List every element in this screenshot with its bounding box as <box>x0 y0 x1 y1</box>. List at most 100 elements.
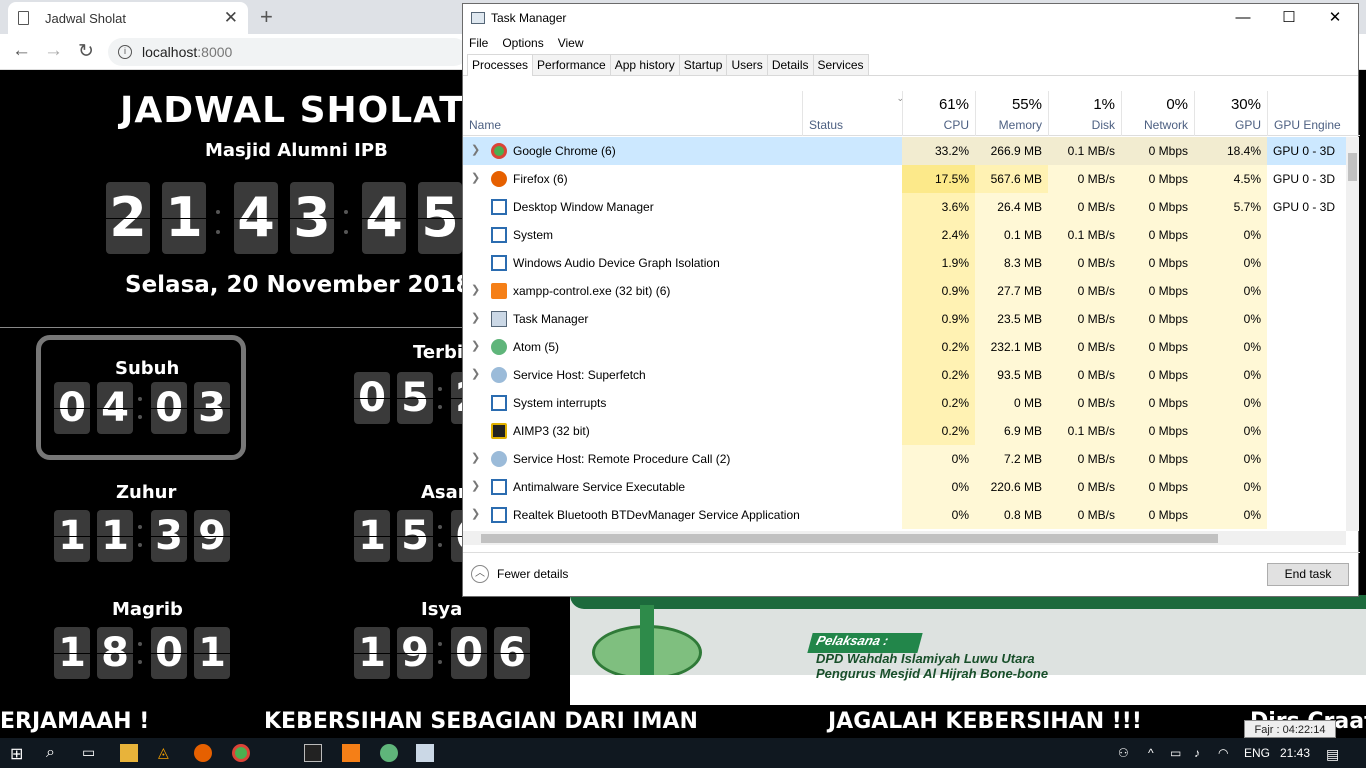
terminal-icon[interactable] <box>304 744 322 762</box>
window-title: Task Manager <box>491 11 567 25</box>
tab-details[interactable]: Details <box>766 54 814 75</box>
maximize-icon[interactable]: ☐ <box>1266 4 1312 32</box>
vertical-scrollbar[interactable] <box>1346 137 1359 531</box>
process-row[interactable]: AIMP3 (32 bit) 0.2% 6.9 MB 0.1 MB/s 0 Mbps 0% <box>463 417 1346 445</box>
chrome-icon[interactable] <box>232 744 250 762</box>
col-status[interactable]: Status ⌄ <box>802 91 904 136</box>
end-task-button[interactable]: End task <box>1267 563 1349 586</box>
process-row[interactable]: ❯ Atom (5) 0.2% 232.1 MB 0 MB/s 0 Mbps 0% <box>463 333 1346 361</box>
memory-cell: 7.2 MB <box>975 445 1048 473</box>
windows-start-icon[interactable]: ⊞ <box>10 744 28 763</box>
col-cpu[interactable]: 61% CPU <box>902 91 975 136</box>
col-network[interactable]: 0% Network <box>1121 91 1194 136</box>
disk-cell: 0.1 MB/s <box>1048 137 1121 165</box>
chevron-up-icon[interactable]: ^ <box>1148 746 1154 760</box>
search-icon[interactable]: ⌕ <box>46 744 64 762</box>
xampp-icon[interactable] <box>342 744 360 762</box>
prayer-name: Asar <box>421 482 467 503</box>
gpu-cell: 0% <box>1194 445 1267 473</box>
expand-chevron-icon[interactable]: ❯ <box>471 479 480 492</box>
process-row[interactable]: ❯ Firefox (6) 17.5% 567.6 MB 0 MB/s 0 Mbps 4.5… <box>463 165 1346 193</box>
col-name[interactable]: Name <box>463 91 802 136</box>
process-row[interactable]: Windows Audio Device Graph Isolation 1.9%… <box>463 249 1346 277</box>
process-row[interactable]: ❯ xampp-control.exe (32 bit) (6) 0.9% 27.7 … <box>463 277 1346 305</box>
scroll-thumb[interactable] <box>1348 153 1357 181</box>
tab-performance[interactable]: Performance <box>532 54 611 75</box>
time-digit: 3 <box>194 382 230 434</box>
menu-view[interactable]: View <box>558 32 584 54</box>
firefox-icon[interactable] <box>194 744 212 762</box>
forward-icon[interactable]: → <box>44 40 63 62</box>
gpu-engine-cell <box>1267 389 1346 417</box>
col-gpu[interactable]: 30% GPU <box>1194 91 1267 136</box>
col-disk[interactable]: 1% Disk <box>1048 91 1121 136</box>
memory-cell: 23.5 MB <box>975 305 1048 333</box>
address-bar[interactable]: i localhost:8000 <box>108 38 468 66</box>
process-row[interactable]: ❯ Antimalware Service Executable 0% 220.6 M… <box>463 473 1346 501</box>
taskmgr-icon[interactable] <box>416 744 434 762</box>
process-row[interactable]: ❯ Realtek Bluetooth BTDevManager Service … <box>463 501 1346 529</box>
app-icon[interactable]: ◬ <box>158 744 176 762</box>
scroll-thumb[interactable] <box>481 534 1218 543</box>
new-tab-icon[interactable]: + <box>260 4 273 30</box>
clock-time[interactable]: 21:43 <box>1280 746 1310 760</box>
browser-tab[interactable]: Jadwal Sholat ✕ <box>8 2 248 34</box>
atom-icon[interactable] <box>380 744 398 762</box>
close-tab-icon[interactable]: ✕ <box>224 8 238 28</box>
reload-icon[interactable]: ↻ <box>78 40 94 63</box>
tab-startup[interactable]: Startup <box>678 54 728 75</box>
process-name: Task Manager <box>513 312 589 326</box>
process-row[interactable]: ❯ Service Host: Superfetch 0.2% 93.5 MB 0 MB… <box>463 361 1346 389</box>
task-manager-window[interactable]: Task Manager — ☐ ✕ File Options View Pro… <box>462 3 1360 597</box>
process-row[interactable]: ❯ Service Host: Remote Procedure Call (2)… <box>463 445 1346 473</box>
tab-users[interactable]: Users <box>726 54 768 75</box>
expand-chevron-icon[interactable]: ❯ <box>471 171 480 184</box>
minimize-icon[interactable]: — <box>1220 4 1266 32</box>
back-icon[interactable]: ← <box>12 40 31 62</box>
battery-icon[interactable]: ▭ <box>1170 746 1181 760</box>
notifications-icon[interactable]: ▤ <box>1326 746 1339 763</box>
menu-options[interactable]: Options <box>502 32 543 54</box>
expand-chevron-icon[interactable]: ❯ <box>471 367 480 380</box>
process-row[interactable]: ❯ Google Chrome (6) 33.2% 266.9 MB 0.1 MB/s 0… <box>463 137 1346 165</box>
tab-processes[interactable]: Processes <box>467 54 534 76</box>
tab-title: Jadwal Sholat <box>45 10 126 26</box>
network-cell: 0 Mbps <box>1121 333 1194 361</box>
expand-chevron-icon[interactable]: ❯ <box>471 451 480 464</box>
footer: ︿ Fewer details End task <box>463 552 1360 597</box>
process-row[interactable]: Desktop Window Manager 3.6% 26.4 MB 0 MB/s 0… <box>463 193 1346 221</box>
process-row[interactable]: System interrupts 0.2% 0 MB 0 MB/s 0 Mbps 0% <box>463 389 1346 417</box>
process-row[interactable]: ❯ Task Manager 0.9% 23.5 MB 0 MB/s 0 Mbps 0% <box>463 305 1346 333</box>
tab-app-history[interactable]: App history <box>609 54 680 75</box>
fewer-details-button[interactable]: ︿ Fewer details <box>471 565 568 583</box>
menu-file[interactable]: File <box>469 32 488 54</box>
task-view-icon[interactable]: ▭ <box>82 744 100 762</box>
process-name: Service Host: Remote Procedure Call (2) <box>513 452 731 466</box>
col-gpu-engine[interactable]: GPU Engine <box>1267 91 1360 136</box>
gpu-engine-cell: GPU 0 - 3D <box>1273 144 1336 158</box>
memory-cell: 567.6 MB <box>975 165 1048 193</box>
expand-chevron-icon[interactable]: ❯ <box>471 311 480 324</box>
people-icon[interactable]: ⚇ <box>1118 746 1129 760</box>
volume-icon[interactable]: ♪ <box>1194 746 1200 760</box>
time-digit: 1 <box>194 627 230 679</box>
tab-services[interactable]: Services <box>812 54 869 75</box>
info-icon[interactable]: i <box>118 45 132 59</box>
title-bar[interactable]: Task Manager — ☐ ✕ <box>463 4 1358 32</box>
expand-chevron-icon[interactable]: ❯ <box>471 143 480 156</box>
col-memory[interactable]: 55% Memory <box>975 91 1048 136</box>
horizontal-scrollbar[interactable] <box>463 531 1346 545</box>
file-explorer-icon[interactable] <box>120 744 138 762</box>
colon-dot <box>438 387 442 391</box>
language-indicator[interactable]: ENG <box>1244 746 1270 760</box>
disk-cell: 0.1 MB/s <box>1048 221 1121 249</box>
gpu-engine-cell <box>1267 333 1346 361</box>
time-digit: 1 <box>54 627 90 679</box>
gpu-cell: 0% <box>1194 249 1267 277</box>
wifi-icon[interactable]: ◠ <box>1218 746 1228 760</box>
expand-chevron-icon[interactable]: ❯ <box>471 339 480 352</box>
expand-chevron-icon[interactable]: ❯ <box>471 507 480 520</box>
close-icon[interactable]: ✕ <box>1312 4 1358 32</box>
process-row[interactable]: System 2.4% 0.1 MB 0.1 MB/s 0 Mbps 0% <box>463 221 1346 249</box>
expand-chevron-icon[interactable]: ❯ <box>471 283 480 296</box>
